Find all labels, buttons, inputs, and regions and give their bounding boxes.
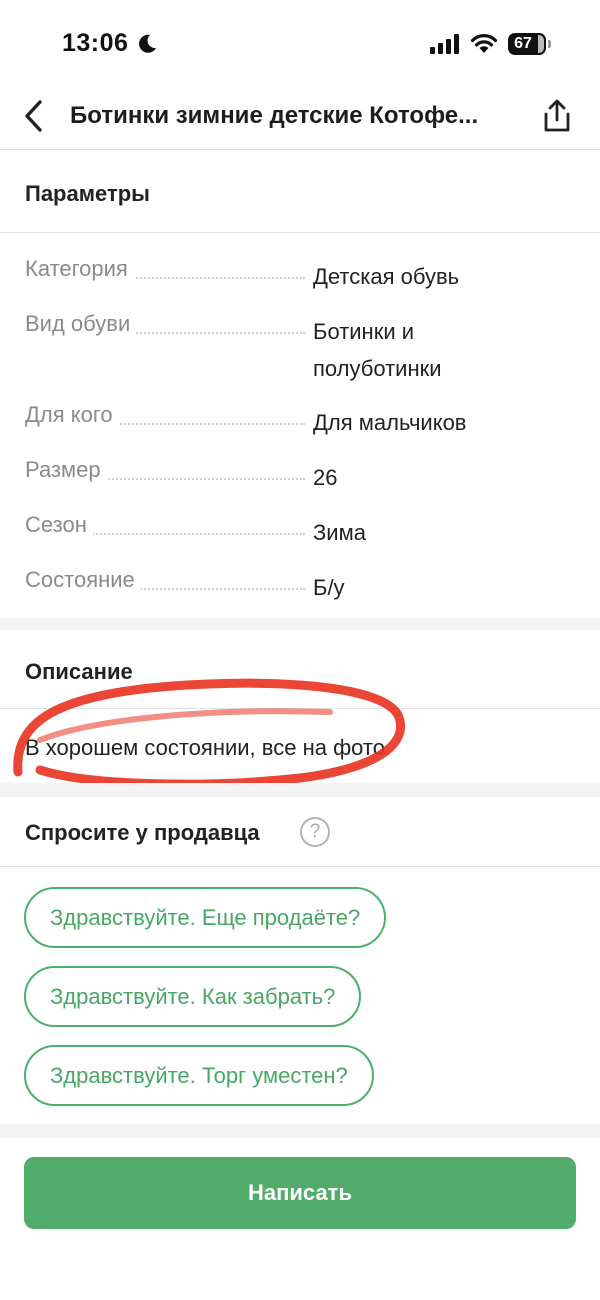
red-highlight-annotation <box>13 678 406 789</box>
param-value: Детская обувь <box>313 264 460 289</box>
battery-icon: 67 <box>508 33 552 55</box>
battery-level: 67 <box>514 35 532 52</box>
ask-seller-header: Спросите у продавца ? <box>0 797 600 867</box>
write-message-button[interactable]: Написать <box>24 1157 576 1229</box>
quick-question-chip[interactable]: Здравствуйте. Еще продаёте? <box>24 887 387 948</box>
param-label: Вид обуви <box>25 311 137 337</box>
param-label: Размер <box>25 457 107 483</box>
page-title: Ботинки зимние детские Котофе... <box>70 102 479 129</box>
quick-question-chip[interactable]: Здравствуйте. Торг уместен? <box>24 1045 374 1106</box>
back-chevron-icon[interactable] <box>20 98 50 134</box>
moon-icon <box>139 34 156 53</box>
param-label: Состояние <box>25 567 141 593</box>
param-label: Для кого <box>25 402 119 428</box>
section-divider <box>0 783 600 797</box>
wifi-icon <box>470 34 498 53</box>
params-section-header: Параметры <box>0 151 600 233</box>
section-divider <box>0 618 600 630</box>
quick-question-chip[interactable]: Здравствуйте. Как забрать? <box>24 966 362 1027</box>
nav-bar: Ботинки зимние детские Котофе... <box>0 88 600 150</box>
param-value: 26 <box>313 465 338 490</box>
help-icon[interactable]: ? <box>300 817 330 847</box>
section-divider <box>0 1124 600 1138</box>
param-label: Категория <box>25 256 134 282</box>
param-label: Сезон <box>25 512 93 538</box>
status-time: 13:06 <box>62 29 129 57</box>
params-title: Параметры <box>25 181 150 206</box>
signal-icon <box>430 34 459 54</box>
share-icon[interactable] <box>540 98 574 134</box>
ask-seller-title: Спросите у продавца <box>25 820 260 845</box>
param-value: Б/у <box>313 575 345 600</box>
param-value: Зима <box>313 520 366 545</box>
param-value: Ботинки и полуботинки <box>313 319 442 381</box>
status-bar: 13:06 67 <box>0 0 600 90</box>
param-value: Для мальчиков <box>313 410 467 435</box>
